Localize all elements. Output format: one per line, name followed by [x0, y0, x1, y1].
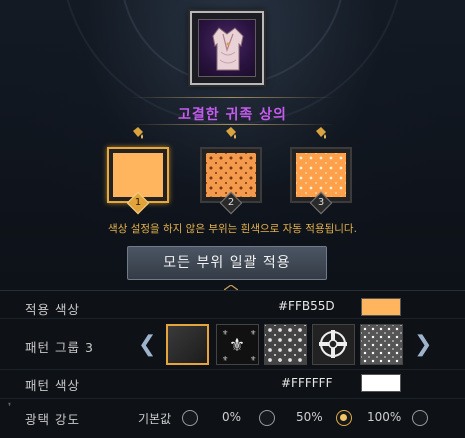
gloss-option-50-label: 50%: [296, 410, 323, 424]
row-separator: [0, 398, 465, 399]
dye-slot-1[interactable]: 1: [107, 127, 169, 215]
pattern-option-floral[interactable]: [360, 324, 403, 365]
row-separator: [0, 369, 465, 370]
svg-text:⚜: ⚜: [222, 329, 228, 337]
gloss-option-default-label: 기본값: [138, 412, 172, 426]
gloss-option-0-label: 0%: [222, 410, 242, 424]
pattern-option-cross-ornament[interactable]: [312, 324, 355, 365]
gloss-radio-default[interactable]: [182, 410, 198, 426]
svg-text:⚜: ⚜: [250, 355, 256, 363]
auto-white-notice: 색상 설정을 하지 않은 부위는 흰색으로 자동 적용됩니다.: [108, 223, 357, 235]
item-icon-frame: [190, 11, 264, 85]
gloss-option-100-label: 100%: [367, 410, 402, 424]
pattern-color-label: 패턴 색상: [25, 378, 80, 393]
apply-color-label: 적용 색상: [25, 302, 80, 317]
apply-color-hex: #FFB55D: [278, 299, 335, 313]
noble-top-icon: [198, 19, 256, 77]
pattern-color-swatch[interactable]: [361, 374, 401, 392]
pattern-option-blank[interactable]: [166, 324, 209, 365]
pattern-option-fleur-de-lis[interactable]: ⚜ ⚜ ⚜ ⚜ ⚜: [216, 324, 259, 365]
corner-deco-icon: ❜: [8, 402, 12, 413]
paint-bucket-icon: [313, 125, 329, 141]
gloss-radio-100[interactable]: [412, 410, 428, 426]
chevron-left-icon[interactable]: ❮: [138, 332, 156, 357]
svg-text:⚜: ⚜: [250, 329, 256, 337]
pattern-option-damask[interactable]: [264, 324, 307, 365]
dye-slot-3[interactable]: 3: [290, 127, 352, 215]
svg-text:⚜: ⚜: [229, 335, 245, 356]
gloss-radio-50[interactable]: [336, 410, 352, 426]
pattern-color-hex: #FFFFFF: [281, 376, 333, 390]
paint-bucket-icon: [130, 125, 146, 141]
svg-text:⚜: ⚜: [222, 355, 228, 363]
apply-all-button[interactable]: 모든 부위 일괄 적용: [127, 246, 327, 280]
row-separator: [0, 318, 465, 319]
paint-bucket-icon: [223, 125, 239, 141]
dye-slot-2[interactable]: 2: [200, 127, 262, 215]
pattern-group-label: 패턴 그룹 3: [25, 340, 94, 355]
item-name: 고결한 귀족 상의: [178, 107, 287, 123]
gloss-label: 광택 강도: [25, 412, 80, 427]
title-divider: [130, 97, 335, 98]
gloss-radio-0[interactable]: [259, 410, 275, 426]
chevron-right-icon[interactable]: ❯: [414, 332, 432, 357]
apply-color-swatch[interactable]: [361, 298, 401, 316]
